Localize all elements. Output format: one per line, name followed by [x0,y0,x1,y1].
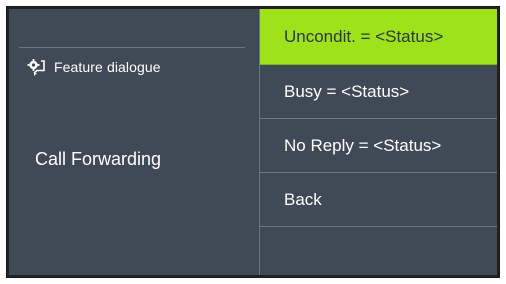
forwarding-menu: Uncondit. = <Status> Busy = <Status> No … [259,9,497,275]
top-divider [19,47,245,48]
display-screen: Feature dialogue Call Forwarding Uncondi… [9,9,497,275]
menu-item-no-reply[interactable]: No Reply = <Status> [260,119,497,173]
device-bezel: Feature dialogue Call Forwarding Uncondi… [6,6,500,278]
page-title: Call Forwarding [35,149,162,169]
feature-dialogue-label: Feature dialogue [54,59,161,75]
menu-item-busy[interactable]: Busy = <Status> [260,65,497,119]
menu-item-back[interactable]: Back [260,173,497,227]
menu-item-empty [260,227,497,277]
menu-item-unconditional[interactable]: Uncondit. = <Status> [260,9,497,65]
feature-dialogue-header: Feature dialogue [25,55,161,79]
info-panel: Feature dialogue Call Forwarding [9,9,259,275]
chat-gear-icon [27,59,45,76]
